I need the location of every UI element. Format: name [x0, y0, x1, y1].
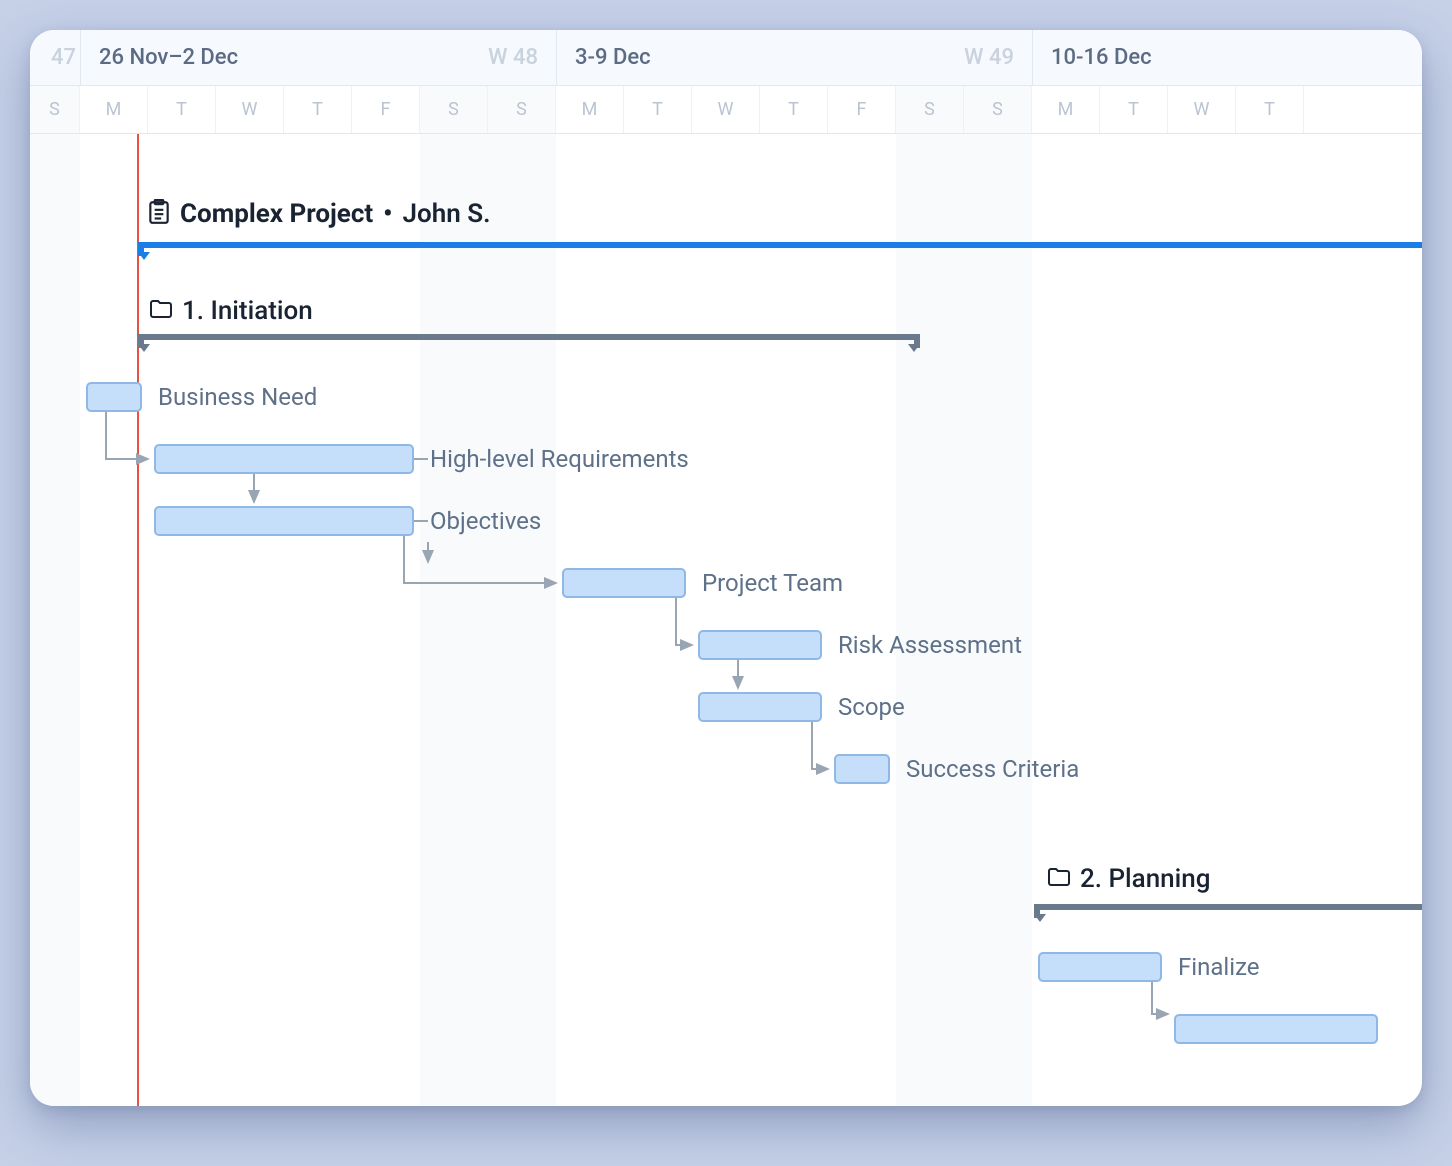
phase-label: 1. Initiation: [182, 296, 313, 326]
project-owner: John S.: [403, 199, 491, 229]
week-number: W 48: [488, 45, 538, 70]
task-bar-success-criteria[interactable]: [834, 754, 890, 784]
week-number: W 49: [964, 45, 1014, 70]
task-label: Objectives: [430, 507, 541, 535]
day-cell: M: [1032, 86, 1100, 133]
day-cell: T: [148, 86, 216, 133]
day-cell: W: [692, 86, 760, 133]
project-summary-bar[interactable]: [138, 242, 1422, 256]
gantt-window: 47 26 Nov–2 Dec W 48 3-9 Dec W 49 10-16 …: [30, 30, 1422, 1106]
today-marker: [137, 134, 139, 1106]
day-cell: S: [964, 86, 1032, 133]
week-label: 3-9 Dec: [575, 45, 651, 70]
task-label: Risk Assessment: [838, 631, 1022, 659]
day-cell: T: [1236, 86, 1304, 133]
task-bar-business-need[interactable]: [86, 382, 142, 412]
day-cell: T: [284, 86, 352, 133]
day-cell: M: [556, 86, 624, 133]
week-number-prev: 47: [30, 30, 80, 85]
clipboard-icon: [148, 199, 170, 229]
project-summary-row[interactable]: Complex Project • John S.: [148, 194, 1422, 234]
day-cell: S: [420, 86, 488, 133]
day-header-row: S M T W T F S S M T W T F S S M T W T: [30, 86, 1422, 134]
phase-summary-bar-initiation[interactable]: [138, 334, 920, 348]
day-cell: M: [80, 86, 148, 133]
gantt-chart-area[interactable]: Complex Project • John S. 1. Initiation …: [30, 134, 1422, 1106]
folder-icon: [1048, 867, 1070, 891]
task-bar-next[interactable]: [1174, 1014, 1378, 1044]
week-cell-48[interactable]: 26 Nov–2 Dec W 48: [80, 30, 556, 85]
phase-summary-bar-planning[interactable]: [1034, 904, 1422, 918]
day-cell: S: [896, 86, 964, 133]
task-bar-risk-assessment[interactable]: [698, 630, 822, 660]
week-label: 10-16 Dec: [1051, 45, 1152, 70]
day-cell: F: [828, 86, 896, 133]
task-bar-requirements[interactable]: [154, 444, 414, 474]
task-label: Finalize: [1178, 953, 1260, 981]
phase-row-planning[interactable]: 2. Planning: [1048, 864, 1210, 894]
week-cell-49[interactable]: 3-9 Dec W 49: [556, 30, 1032, 85]
phase-label: 2. Planning: [1080, 864, 1210, 894]
phase-row-initiation[interactable]: 1. Initiation: [150, 296, 313, 326]
task-bar-project-team[interactable]: [562, 568, 686, 598]
weekend-stripe: [30, 134, 80, 1106]
day-cell: T: [624, 86, 692, 133]
day-cell: S: [30, 86, 80, 133]
task-bar-objectives[interactable]: [154, 506, 414, 536]
week-label: 26 Nov–2 Dec: [99, 45, 238, 70]
day-cell: T: [760, 86, 828, 133]
task-bar-scope[interactable]: [698, 692, 822, 722]
weekend-stripe: [420, 134, 556, 1106]
day-cell: T: [1100, 86, 1168, 133]
day-cell: S: [488, 86, 556, 133]
task-label: Business Need: [158, 383, 317, 411]
project-title: Complex Project: [180, 199, 373, 229]
separator-dot: •: [383, 199, 392, 229]
task-label: Scope: [838, 693, 905, 721]
task-label: Success Criteria: [906, 755, 1079, 783]
task-bar-finalize[interactable]: [1038, 952, 1162, 982]
task-label: Project Team: [702, 569, 843, 597]
day-cell: F: [352, 86, 420, 133]
weekend-stripe: [896, 134, 1032, 1106]
week-header-row: 47 26 Nov–2 Dec W 48 3-9 Dec W 49 10-16 …: [30, 30, 1422, 86]
task-label: High-level Requirements: [430, 445, 689, 473]
day-cell: W: [216, 86, 284, 133]
day-cell: W: [1168, 86, 1236, 133]
folder-icon: [150, 299, 172, 323]
week-cell-50[interactable]: 10-16 Dec: [1032, 30, 1422, 85]
